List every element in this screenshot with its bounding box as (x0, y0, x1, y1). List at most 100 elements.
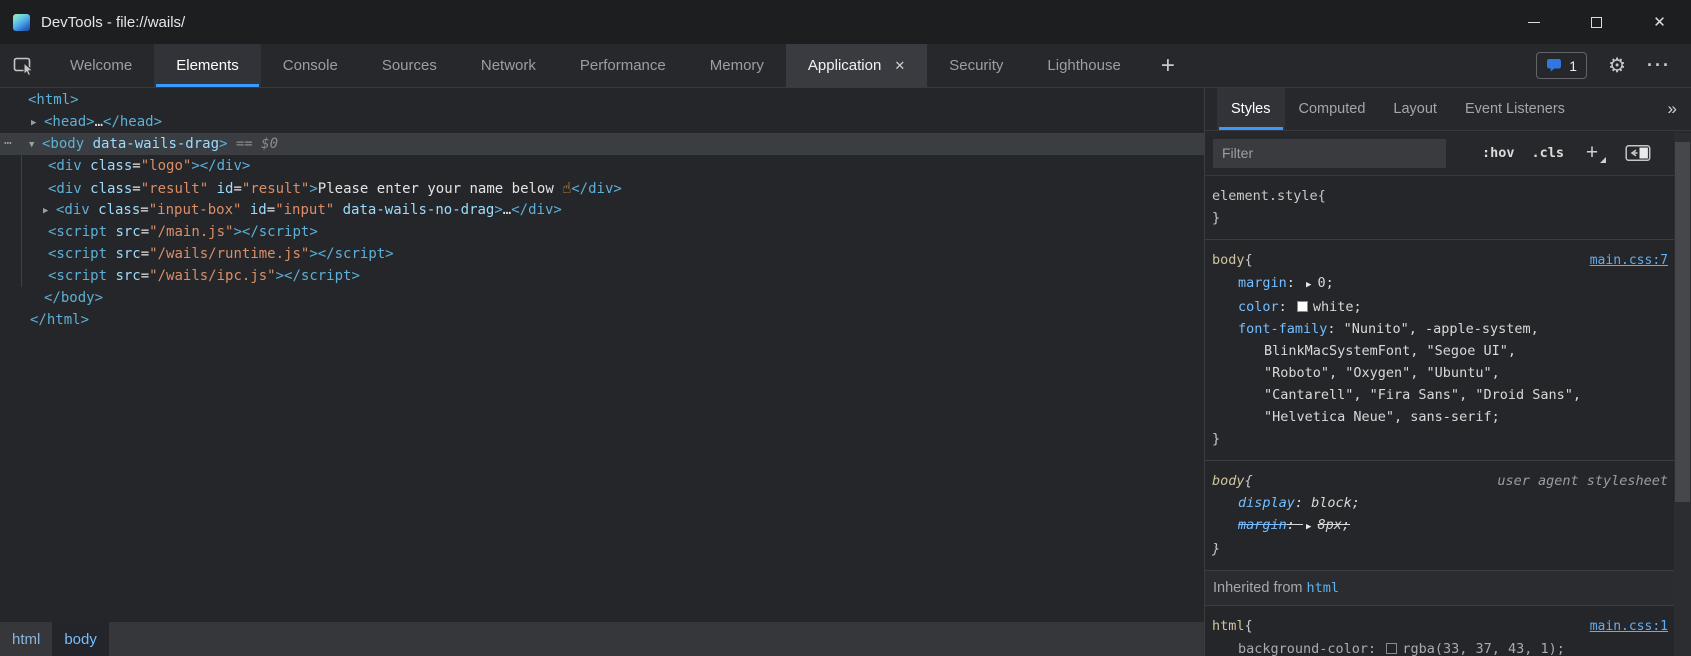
tab-network[interactable]: Network (459, 44, 558, 87)
token-tag: ></script> (233, 224, 317, 240)
color-swatch[interactable] (1386, 643, 1397, 654)
element-classes-button[interactable]: .cls (1531, 145, 1564, 161)
style-rule: element.style {} (1205, 176, 1674, 240)
dom-node[interactable]: <div class="logo"></div> (0, 155, 1204, 177)
css-property[interactable]: color: white; (1212, 296, 1668, 318)
node-menu-dots-icon[interactable]: ⋯ (4, 133, 13, 155)
tab-elements[interactable]: Elements (154, 44, 261, 87)
tab-application[interactable]: Application✕ (786, 44, 927, 87)
issues-counter-button[interactable]: 1 (1536, 52, 1587, 79)
token-tag: ></div> (191, 158, 250, 174)
dom-node[interactable]: ⋯▼<body data-wails-drag> == $0 (0, 133, 1204, 155)
tab-label: Lighthouse (1047, 57, 1120, 74)
property-name[interactable]: margin (1238, 517, 1287, 533)
tab-memory[interactable]: Memory (688, 44, 786, 87)
inherited-node-link[interactable]: html (1307, 580, 1340, 596)
token-attr: src (107, 224, 141, 240)
settings-gear-icon[interactable]: ⚙ (1608, 53, 1626, 78)
close-icon: ✕ (1653, 15, 1666, 30)
token-tag: <script (48, 224, 107, 240)
styles-scrollbar-thumb[interactable] (1675, 142, 1690, 502)
style-rule: body {user agent stylesheetdisplay: bloc… (1205, 461, 1674, 571)
dom-node[interactable]: </body> (0, 287, 1204, 309)
sidebar-tab-computed[interactable]: Computed (1285, 88, 1380, 130)
dom-node[interactable]: <script src="/wails/ipc.js"></script> (0, 265, 1204, 287)
dom-node[interactable]: <script src="/main.js"></script> (0, 221, 1204, 243)
css-property[interactable]: background-color: rgba(33, 37, 43, 1); (1212, 638, 1668, 656)
sidebar-tab-layout[interactable]: Layout (1379, 88, 1451, 130)
node-content: ▶<div class="input-box" id="input" data-… (0, 199, 562, 222)
minimize-button[interactable] (1502, 0, 1565, 44)
more-options-icon[interactable]: ··· (1647, 55, 1671, 76)
close-button[interactable]: ✕ (1628, 0, 1691, 44)
toggle-element-state-button[interactable]: :hov (1482, 145, 1515, 161)
new-style-rule-button[interactable]: + (1583, 141, 1601, 165)
css-property[interactable]: display: block; (1212, 492, 1668, 514)
token-attr: src (107, 246, 141, 262)
filter-input[interactable] (1213, 139, 1446, 168)
inspect-element-button[interactable] (0, 44, 48, 87)
node-content: <html> (0, 89, 79, 111)
property-value[interactable]: 0; (1317, 275, 1333, 291)
tab-security[interactable]: Security (927, 44, 1025, 87)
dom-node[interactable]: <div class="result" id="result">Please e… (0, 177, 1204, 199)
css-property[interactable]: font-family: "Nunito", -apple-system, (1212, 318, 1668, 340)
dom-node[interactable]: <script src="/wails/runtime.js"></script… (0, 243, 1204, 265)
breadcrumb-body[interactable]: body (52, 622, 109, 656)
stylesheet-link[interactable]: main.css:1 (1590, 616, 1668, 638)
dom-node[interactable]: ▶<head>…</head> (0, 111, 1204, 133)
dom-node[interactable]: <html> (0, 89, 1204, 111)
property-value[interactable]: rgba(33, 37, 43, 1); (1402, 641, 1565, 656)
breadcrumb-html[interactable]: html (0, 622, 52, 656)
rule-selector[interactable]: element.style (1212, 185, 1318, 207)
token-tag: ></script> (309, 246, 393, 262)
tab-console[interactable]: Console (261, 44, 360, 87)
property-name[interactable]: display (1238, 495, 1295, 511)
dom-node[interactable]: ▶<div class="input-box" id="input" data-… (0, 199, 1204, 221)
style-rule: body {main.css:7margin: ▶0;color: white;… (1205, 240, 1674, 461)
expand-arrow-right-icon[interactable]: ▶ (43, 200, 56, 222)
property-value[interactable]: "Nunito", -apple-system, (1344, 321, 1539, 337)
property-value[interactable]: white; (1313, 299, 1362, 315)
token-meta: == $0 (227, 136, 278, 152)
inspect-icon (12, 55, 36, 77)
token-tag: <head> (44, 114, 95, 130)
expand-arrow-down-icon[interactable]: ▼ (29, 134, 42, 156)
property-name[interactable]: margin (1238, 275, 1287, 291)
stylesheet-link[interactable]: main.css:7 (1590, 250, 1668, 272)
rule-selector[interactable]: body (1212, 470, 1245, 492)
sidebar-tab-event-listeners[interactable]: Event Listeners (1451, 88, 1579, 130)
dom-node[interactable]: </html> (0, 309, 1204, 331)
property-value[interactable]: 8px; (1317, 517, 1350, 533)
property-name[interactable]: font-family (1238, 321, 1327, 337)
expand-arrow-right-icon[interactable]: ▶ (31, 112, 44, 134)
property-value[interactable]: block; (1311, 495, 1360, 511)
expand-arrow-right-icon[interactable]: ▶ (1306, 522, 1311, 532)
expand-arrow-right-icon[interactable]: ▶ (1306, 280, 1311, 290)
token-tag: <script (48, 268, 107, 284)
property-name[interactable]: color (1238, 299, 1279, 315)
css-property[interactable]: margin: ▶8px; (1212, 514, 1668, 538)
styles-scrollbar-track[interactable] (1674, 133, 1691, 656)
token-attr: data-wails-drag (84, 136, 219, 152)
close-tab-icon[interactable]: ✕ (894, 58, 905, 74)
token-attr: id (241, 202, 266, 218)
property-name[interactable]: background-color (1238, 641, 1368, 656)
token-str: "/wails/runtime.js" (149, 246, 309, 262)
tab-welcome[interactable]: Welcome (48, 44, 154, 87)
toggle-computed-sidebar-button[interactable] (1625, 143, 1651, 163)
css-property[interactable]: margin: ▶0; (1212, 272, 1668, 296)
add-tab-button[interactable]: + (1143, 44, 1193, 87)
rule-selector[interactable]: html (1212, 615, 1245, 637)
sidebar-tabs-overflow-icon[interactable]: » (1668, 88, 1691, 130)
open-brace: { (1245, 470, 1253, 492)
maximize-button[interactable] (1565, 0, 1628, 44)
rule-selector[interactable]: body (1212, 249, 1245, 271)
tab-sources[interactable]: Sources (360, 44, 459, 87)
tab-performance[interactable]: Performance (558, 44, 688, 87)
token-text: = (141, 224, 149, 240)
tab-lighthouse[interactable]: Lighthouse (1025, 44, 1142, 87)
sidebar-tab-styles[interactable]: Styles (1217, 88, 1285, 130)
token-tag: <div (56, 202, 90, 218)
color-swatch[interactable] (1297, 301, 1308, 312)
